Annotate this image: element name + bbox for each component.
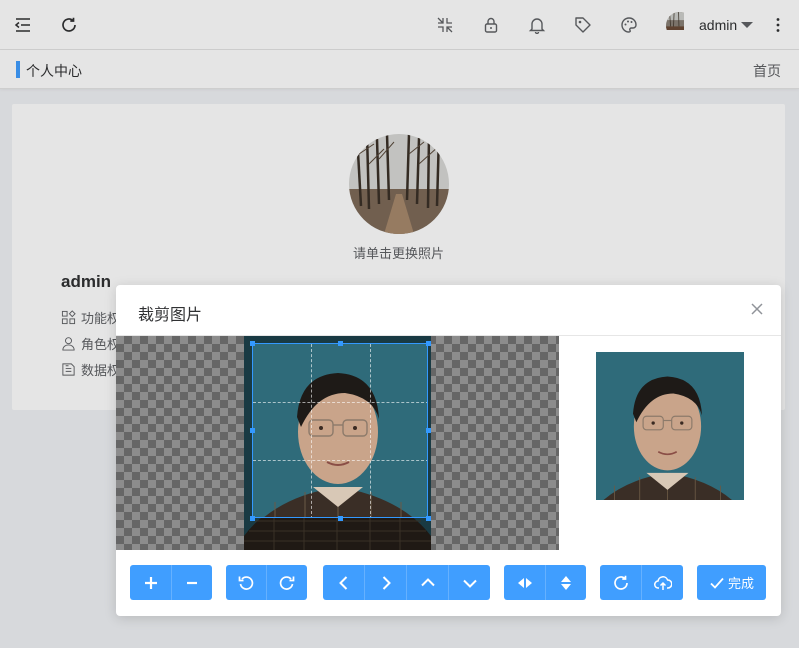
zoom-out-button[interactable] (172, 565, 212, 600)
crop-image-dialog: 裁剪图片 完成 (116, 285, 781, 616)
crop-handle[interactable] (338, 516, 343, 521)
flip-vertical-icon (561, 575, 571, 590)
reset-upload-button-group (600, 565, 683, 600)
rotate-left-icon (238, 575, 254, 590)
move-down-icon (462, 579, 477, 588)
move-button-group (323, 565, 490, 600)
rotate-right-icon (279, 575, 295, 590)
done-button[interactable]: 完成 (697, 565, 766, 600)
crop-guide-line (253, 460, 427, 461)
reset-button[interactable] (600, 565, 642, 600)
flip-button-group (504, 565, 586, 600)
crop-handle[interactable] (426, 516, 431, 521)
move-up-button[interactable] (407, 565, 449, 600)
flip-horizontal-icon (517, 577, 532, 588)
done-label: 完成 (727, 576, 754, 591)
rotate-left-button[interactable] (226, 565, 267, 600)
crop-handle[interactable] (426, 428, 431, 433)
move-right-button[interactable] (365, 565, 407, 600)
move-left-button[interactable] (323, 565, 365, 600)
zoom-in-icon (144, 576, 157, 589)
crop-guide-line (253, 402, 427, 403)
flip-vertical-button[interactable] (546, 565, 586, 600)
crop-selection-box[interactable] (252, 343, 428, 518)
move-down-button[interactable] (449, 565, 490, 600)
crop-guide-line (370, 344, 371, 517)
move-up-icon (420, 577, 435, 586)
close-icon[interactable] (747, 299, 767, 319)
rotate-button-group (226, 565, 307, 600)
move-left-icon (338, 575, 347, 590)
reset-icon (613, 575, 628, 590)
rotate-right-button[interactable] (267, 565, 307, 600)
upload-button[interactable] (642, 565, 683, 600)
zoom-out-icon (187, 581, 197, 584)
crop-selection-image (253, 344, 427, 517)
move-right-icon (382, 575, 391, 590)
cropper-canvas[interactable] (116, 336, 559, 550)
check-icon (710, 577, 724, 589)
flip-horizontal-button[interactable] (504, 565, 546, 600)
crop-handle[interactable] (250, 516, 255, 521)
upload-icon (653, 575, 672, 590)
crop-handle[interactable] (426, 341, 431, 346)
crop-guide-line (311, 344, 312, 517)
crop-preview (596, 352, 744, 500)
crop-handle[interactable] (338, 341, 343, 346)
crop-handle[interactable] (250, 428, 255, 433)
zoom-button-group (130, 565, 212, 600)
dialog-title: 裁剪图片 (138, 307, 203, 324)
crop-handle[interactable] (250, 341, 255, 346)
zoom-in-button[interactable] (130, 565, 172, 600)
